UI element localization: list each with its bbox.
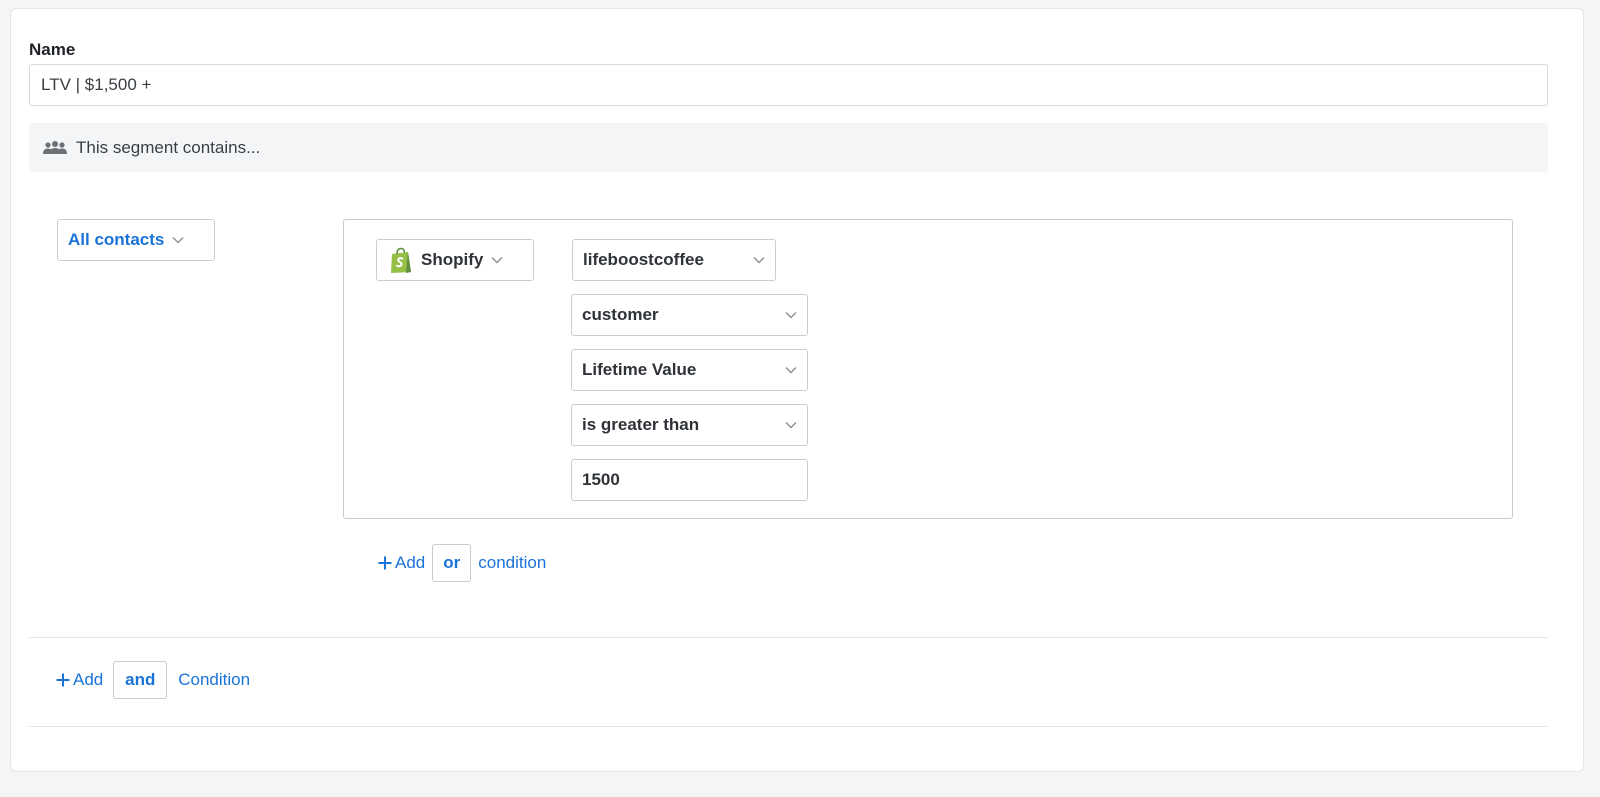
- contacts-scope-dropdown[interactable]: All contacts: [57, 219, 215, 261]
- section-divider: [29, 637, 1548, 638]
- and-operator-button[interactable]: and: [113, 661, 168, 699]
- operator-value: is greater than: [582, 415, 700, 434]
- add-or-condition-link[interactable]: condition: [478, 553, 546, 573]
- operator-dropdown[interactable]: is greater than: [571, 404, 808, 446]
- contacts-scope-value: All contacts: [68, 230, 165, 249]
- add-and-condition-row: Add and Condition: [56, 661, 250, 699]
- section-divider: [29, 726, 1548, 727]
- object-value: customer: [582, 305, 659, 324]
- object-dropdown[interactable]: customer: [571, 294, 808, 336]
- store-dropdown[interactable]: lifeboostcoffee: [572, 239, 776, 281]
- add-or-condition-row: Add or condition: [378, 544, 546, 582]
- integration-value: Shopify: [421, 250, 484, 269]
- add-and-condition-link[interactable]: Condition: [178, 670, 250, 690]
- add-and-label: Add: [73, 670, 104, 689]
- chevron-down-icon: [785, 421, 797, 429]
- chevron-down-icon: [753, 256, 765, 264]
- add-or-link[interactable]: Add: [378, 553, 425, 573]
- or-operator-button[interactable]: or: [432, 544, 472, 582]
- plus-icon: [56, 673, 70, 687]
- chevron-down-icon: [785, 366, 797, 374]
- users-icon: [43, 140, 67, 154]
- field-dropdown[interactable]: Lifetime Value: [571, 349, 808, 391]
- chevron-down-icon: [491, 256, 503, 264]
- field-value: Lifetime Value: [582, 360, 697, 379]
- add-or-label: Add: [395, 553, 426, 572]
- add-and-link[interactable]: Add: [56, 670, 103, 690]
- shopify-bag-icon: [389, 247, 413, 274]
- segment-contains-text: This segment contains...: [76, 137, 261, 157]
- condition-value-input[interactable]: [571, 459, 808, 501]
- name-label: Name: [29, 40, 76, 59]
- plus-icon: [378, 556, 392, 570]
- segment-name-input[interactable]: [29, 64, 1548, 106]
- integration-dropdown[interactable]: Shopify: [376, 239, 534, 281]
- chevron-down-icon: [172, 236, 184, 244]
- store-value: lifeboostcoffee: [583, 250, 704, 269]
- chevron-down-icon: [785, 311, 797, 319]
- segment-contains-banner: This segment contains...: [29, 123, 1548, 172]
